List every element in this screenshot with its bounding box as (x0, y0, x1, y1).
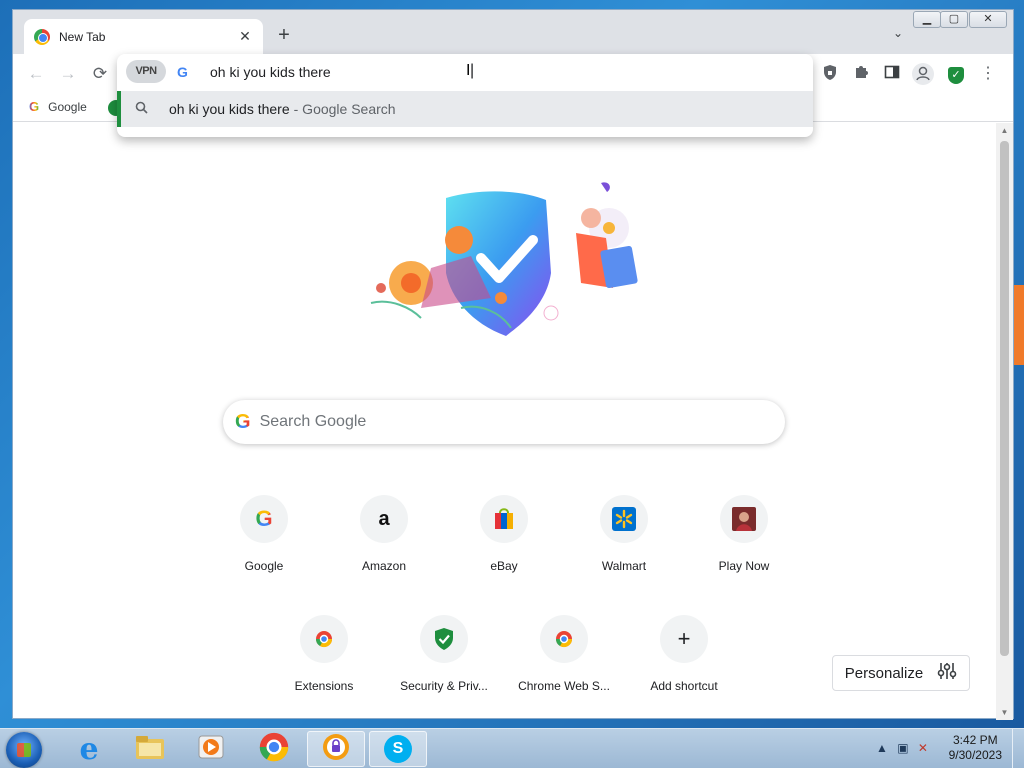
show-hidden-icons-arrow-icon[interactable]: ▲ (876, 741, 888, 755)
browser-window: New Tab ✕ + ⌄ ▁ ▢ ✕ ← → ⟳ ✓ ⋮ G Google V… (12, 9, 1014, 720)
profile-avatar-icon[interactable] (912, 63, 934, 85)
shortcut-chrome-web-store[interactable]: Chrome Web S... (508, 615, 620, 725)
shortcut-label: Play Now (718, 559, 770, 573)
personalize-label: Personalize (844, 664, 924, 682)
internet-explorer-icon: e (79, 731, 99, 767)
forward-arrow-icon[interactable]: → (57, 63, 79, 85)
system-tray: ▲ ▣ ✕ 3:42 PM 9/30/2023 (864, 729, 1024, 768)
tab-strip: New Tab ✕ + ⌄ ▁ ▢ ✕ (13, 10, 1013, 54)
omnibox-dropdown: VPN G oh ki you kids there | oh ki you k… (117, 54, 813, 137)
secure-browser-icon (321, 732, 351, 767)
chrome-icon (259, 732, 289, 767)
volume-muted-icon[interactable]: ✕ (918, 741, 928, 755)
walmart-icon (600, 495, 648, 543)
close-tab-icon[interactable]: ✕ (237, 28, 253, 45)
maximize-button[interactable]: ▢ (940, 11, 968, 28)
minimize-button[interactable]: ▁ (913, 11, 941, 28)
taskbar-media-player[interactable] (182, 731, 240, 767)
back-arrow-icon[interactable]: ← (25, 63, 47, 85)
extensions-puzzle-icon[interactable] (851, 64, 871, 84)
bookmark-label: Google (48, 99, 87, 114)
plus-icon: + (660, 615, 708, 663)
address-bar[interactable]: VPN G oh ki you kids there | (117, 54, 813, 91)
folder-icon (135, 734, 165, 765)
shortcut-label: Walmart (601, 559, 647, 573)
shortcut-label: Chrome Web S... (518, 679, 610, 693)
shortcut-extensions[interactable]: Extensions (268, 615, 380, 725)
search-placeholder: Search Google (259, 413, 367, 430)
security-illustration (370, 182, 638, 336)
tab-new-tab[interactable]: New Tab ✕ (24, 19, 263, 54)
google-search-engine-icon: G (177, 64, 188, 80)
media-player-icon (197, 733, 225, 766)
clock-time: 3:42 PM (952, 733, 998, 747)
new-tab-page: G Search Google G Google a Amazon eBay W… (13, 123, 997, 718)
reload-icon[interactable]: ⟳ (89, 63, 111, 85)
taskbar-skype[interactable]: S (369, 731, 427, 767)
mouse-ibeam-cursor-icon: I (466, 62, 471, 79)
shortcut-amazon[interactable]: a Amazon (328, 495, 440, 605)
skype-icon: S (384, 735, 412, 763)
chrome-icon (540, 615, 588, 663)
bookmark-google[interactable]: G Google (29, 99, 87, 114)
chrome-icon (300, 615, 348, 663)
shortcut-label: eBay (490, 559, 518, 573)
new-tab-button[interactable]: + (273, 24, 295, 46)
show-desktop-button[interactable] (1012, 729, 1024, 768)
chrome-favicon-icon (34, 28, 50, 45)
game-icon (720, 495, 768, 543)
search-icon (135, 101, 149, 117)
text-caret: | (470, 62, 475, 79)
scroll-up-arrow-icon[interactable]: ▲ (999, 126, 1010, 135)
shortcut-label: Extensions (294, 679, 354, 693)
shortcut-security-privacy[interactable]: Security & Priv... (388, 615, 500, 725)
scroll-thumb[interactable] (1000, 141, 1009, 656)
system-clock[interactable]: 3:42 PM 9/30/2023 (949, 733, 1002, 763)
omnibox-suggestion[interactable]: oh ki you kids there - Google Search (117, 91, 813, 127)
shortcut-google[interactable]: G Google (208, 495, 320, 605)
shortcut-walmart[interactable]: Walmart (568, 495, 680, 605)
sliders-icon (937, 661, 957, 686)
start-button[interactable] (6, 732, 42, 768)
menu-kebab-icon[interactable]: ⋮ (978, 64, 998, 84)
taskbar-file-explorer[interactable] (121, 731, 179, 767)
taskbar-secure-browser[interactable] (307, 731, 365, 767)
tray-icons[interactable]: ▲ ▣ ✕ (876, 741, 928, 755)
amazon-icon: a (360, 495, 408, 543)
network-icon[interactable]: ▣ (897, 741, 908, 755)
personalize-button[interactable]: Personalize (832, 655, 970, 691)
taskbar-internet-explorer[interactable]: e (60, 731, 118, 767)
shield-check-icon (420, 615, 468, 663)
clock-date: 9/30/2023 (948, 748, 1002, 762)
security-shield-icon[interactable]: ✓ (946, 64, 966, 84)
address-input[interactable]: oh ki you kids there (210, 64, 331, 80)
taskbar-chrome[interactable] (245, 731, 303, 767)
suggestion-suffix: - Google Search (293, 101, 396, 117)
google-icon: G (240, 495, 288, 543)
scroll-down-arrow-icon[interactable]: ▼ (999, 708, 1010, 717)
google-g-icon: G (29, 99, 40, 114)
vpn-badge[interactable]: VPN (126, 60, 166, 83)
close-window-button[interactable]: ✕ (969, 11, 1007, 28)
shortcut-label: Amazon (361, 559, 407, 573)
side-panel-icon[interactable] (882, 64, 902, 84)
shortcut-ebay[interactable]: eBay (448, 495, 560, 605)
shortcut-label: Security & Priv... (400, 679, 488, 693)
ebay-icon (480, 495, 528, 543)
shortcut-label: Google (244, 559, 284, 573)
google-search-box[interactable]: G Search Google (223, 400, 785, 444)
shortcut-play-now[interactable]: Play Now (688, 495, 800, 605)
page-scrollbar[interactable]: ▲ ▼ (996, 123, 1013, 720)
tab-title: New Tab (59, 29, 106, 44)
shortcut-add[interactable]: + Add shortcut (628, 615, 740, 725)
google-logo-icon: G (235, 410, 251, 433)
suggestion-query: oh ki you kids there (169, 101, 290, 117)
privacy-lock-icon[interactable] (820, 64, 840, 84)
windows-taskbar: e S ▲ ▣ ✕ 3:42 PM 9/30/2023 (0, 728, 1024, 768)
shortcut-label: Add shortcut (650, 679, 718, 693)
tab-search-chevron-icon[interactable]: ⌄ (893, 26, 903, 40)
